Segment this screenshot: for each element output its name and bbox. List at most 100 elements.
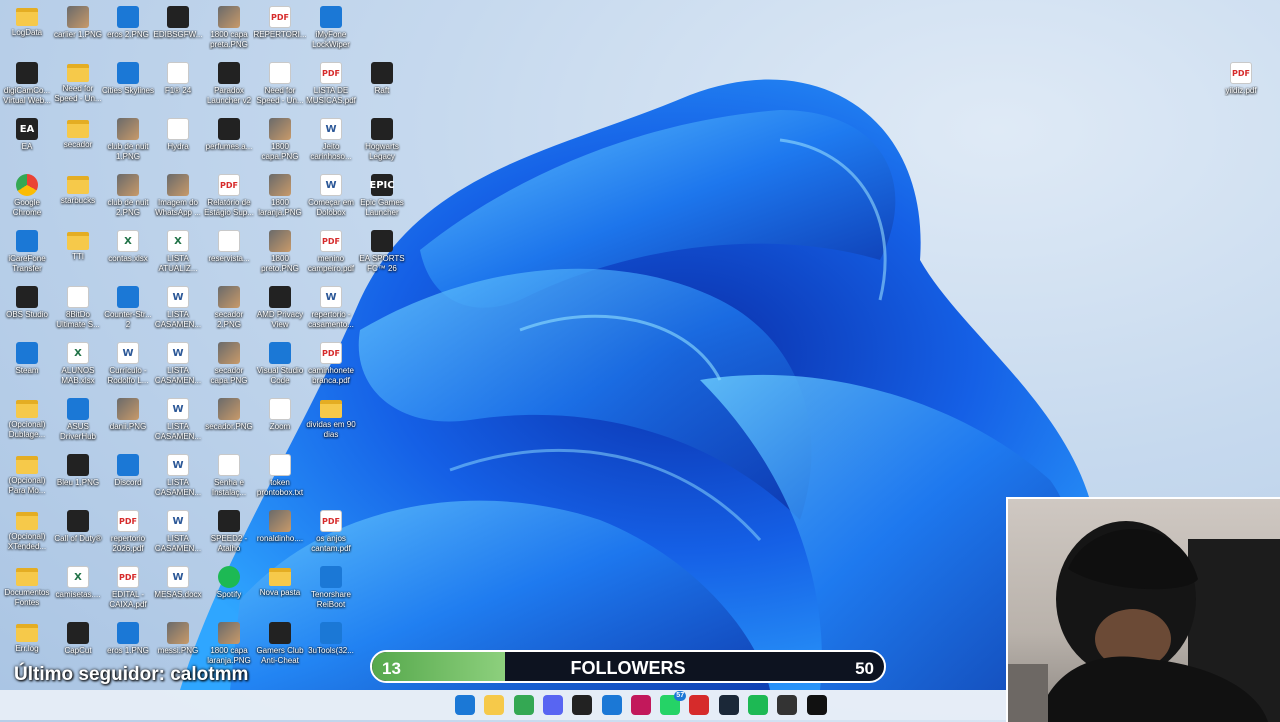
desktop-icon[interactable]: Raft xyxy=(355,58,409,114)
desktop-icon[interactable]: carlier 1.PNG xyxy=(51,2,105,58)
desktop-icon[interactable]: W LISTA CASAMEN... xyxy=(151,282,205,338)
desktop-icon[interactable]: club de nuit 2.PNG xyxy=(101,170,155,226)
desktop-icon[interactable]: PDF yildiz.pdf xyxy=(1214,58,1268,114)
desktop-icon[interactable]: X ALUNOS MAB.xlsx xyxy=(51,338,105,394)
desktop-icon-label: Hydra xyxy=(167,142,189,151)
desktop-icon[interactable]: EA EA xyxy=(0,114,54,170)
desktop-icon[interactable]: iMyFone LockWiper xyxy=(304,2,358,58)
desktop-icon[interactable]: Discord xyxy=(101,450,155,506)
desktop-icon[interactable]: Bleu 1.PNG xyxy=(51,450,105,506)
desktop-icon[interactable]: W Começar em Dolobox xyxy=(304,170,358,226)
desktop-icon[interactable]: secador 2.PNG xyxy=(202,282,256,338)
desktop-icon-label: LISTA CASAMEN... xyxy=(154,478,202,497)
desktop-icon[interactable]: Zoom xyxy=(253,394,307,450)
desktop-icon[interactable]: digiCamCo... Virtual Web... xyxy=(0,58,54,114)
desktop-icon[interactable]: Steam xyxy=(0,338,54,394)
desktop-icon[interactable]: dividas em 90 dias xyxy=(304,394,358,450)
taskbar-spotify-icon[interactable] xyxy=(748,695,768,715)
desktop-icon[interactable]: (Opcional) XTended... xyxy=(0,506,54,562)
desktop-icon[interactable]: SPEED2 - Atalho xyxy=(202,506,256,562)
taskbar-discord-icon[interactable] xyxy=(542,695,563,715)
desktop-icon[interactable]: 1800 laranja.PNG xyxy=(253,170,307,226)
desktop-icon[interactable]: X LISTA ATUALIZ... xyxy=(151,226,205,282)
desktop-icon[interactable]: 1800 capa preta.PNG xyxy=(202,2,256,58)
desktop-icon[interactable]: token prontobox.txt xyxy=(253,450,307,506)
desktop-icon[interactable]: Google Chrome xyxy=(0,170,54,226)
desktop-icon[interactable]: OBS Studio xyxy=(0,282,54,338)
desktop-icon[interactable]: (Opcional) Para Mo... xyxy=(0,450,54,506)
desktop-icon[interactable]: starbucks xyxy=(51,170,105,226)
desktop-icon[interactable]: 3uTools(32... xyxy=(304,618,358,674)
desktop-icon[interactable]: Senha e Instalaç... xyxy=(202,450,256,506)
desktop-icon[interactable]: eros 2.PNG xyxy=(101,2,155,58)
desktop-icon[interactable]: PDF LISTA DE MUSICAS.pdf xyxy=(304,58,358,114)
desktop-icon[interactable]: Need for Speed - Un... xyxy=(253,58,307,114)
desktop-icon[interactable]: W LISTA CASAMEN... xyxy=(151,394,205,450)
desktop-icon[interactable]: secador.PNG xyxy=(202,394,256,450)
desktop-icon[interactable]: danii.PNG xyxy=(101,394,155,450)
txt-icon xyxy=(218,230,240,252)
desktop-icon[interactable]: PDF caminhonete branca.pdf xyxy=(304,338,358,394)
desktop-icon[interactable]: club de nuit 1.PNG xyxy=(101,114,155,170)
desktop-icon[interactable]: 1800 capa.PNG xyxy=(253,114,307,170)
desktop-icon[interactable]: W LISTA CASAMEN... xyxy=(151,338,205,394)
desktop-icon[interactable]: perfumes.a... xyxy=(202,114,256,170)
desktop-icon[interactable]: PDF os anjos cantam.pdf xyxy=(304,506,358,562)
desktop-icon[interactable]: Cities Skylines xyxy=(101,58,155,114)
desktop-icon[interactable]: 8BitDo Ultimate S... xyxy=(51,282,105,338)
desktop-icon[interactable]: PDF menino campeiro.pdf xyxy=(304,226,358,282)
desktop-icon[interactable]: W LISTA CASAMEN... xyxy=(151,450,205,506)
taskbar-amd-icon[interactable] xyxy=(689,695,710,715)
desktop-icon[interactable]: PDF repertorio 2026.pdf xyxy=(101,506,155,562)
desktop-icon[interactable]: W MESAS.docx xyxy=(151,562,205,618)
desktop-icon[interactable]: EDIBSGFW... xyxy=(151,2,205,58)
desktop-icon[interactable]: Documentos Fontes xyxy=(0,562,54,618)
desktop-icon[interactable]: EA SPORTS FC™ 26 xyxy=(355,226,409,282)
desktop-icon[interactable]: secador xyxy=(51,114,105,170)
desktop-icon[interactable]: Hydra xyxy=(151,114,205,170)
desktop-icon[interactable]: LogData xyxy=(0,2,54,58)
desktop-icon[interactable]: Spotify xyxy=(202,562,256,618)
desktop-icon[interactable]: Counter-Str... 2 xyxy=(101,282,155,338)
desktop-icon[interactable]: (Opcional) Dublage... xyxy=(0,394,54,450)
desktop-icon[interactable]: Nova pasta xyxy=(253,562,307,618)
desktop-icon-label: SPEED2 - Atalho xyxy=(210,534,248,553)
desktop-icon[interactable]: W Currículo - Rodolfo L... xyxy=(101,338,155,394)
desktop-icon[interactable]: Hogwarts Legacy xyxy=(355,114,409,170)
desktop-icon[interactable]: TTI xyxy=(51,226,105,282)
desktop-icon[interactable]: PDF Relatório de Estágio Sup... xyxy=(202,170,256,226)
desktop-icon[interactable]: Tenorshare ReiBoot xyxy=(304,562,358,618)
desktop-icon[interactable]: Wrepertorio - casamento... xyxy=(304,282,358,338)
desktop-icon[interactable]: reservista... xyxy=(202,226,256,282)
desktop-icon[interactable]: iCareFone Transfer xyxy=(0,226,54,282)
taskbar-call-of-duty-icon[interactable] xyxy=(572,695,593,715)
taskbar-steam-icon[interactable] xyxy=(718,695,739,715)
desktop-icon[interactable]: Visual Studio Code xyxy=(253,338,307,394)
desktop-icon[interactable]: Xcontas.xlsx xyxy=(101,226,155,282)
taskbar-chrome-icon[interactable] xyxy=(513,695,534,715)
desktop-icon[interactable]: Need for Speed - Un... xyxy=(51,58,105,114)
desktop-icon[interactable]: F1® 24 xyxy=(151,58,205,114)
desktop-icon[interactable]: PDF EDITAL - CAIXA.pdf xyxy=(101,562,155,618)
taskbar-start-icon[interactable] xyxy=(455,695,475,715)
desktop-icon[interactable]: W LISTA CASAMEN... xyxy=(151,506,205,562)
taskbar-whatsapp-icon[interactable]: 57 xyxy=(660,691,687,715)
taskbar-snipping-icon[interactable] xyxy=(630,695,651,715)
taskbar-counter-strike-icon[interactable] xyxy=(601,695,622,715)
desktop-icon[interactable]: W Jeito carinhoso... xyxy=(304,114,358,170)
desktop-icon[interactable]: 1800 preto.PNG xyxy=(253,226,307,282)
taskbar-obs-icon[interactable] xyxy=(777,695,798,715)
desktop-icon[interactable]: ronaldinho.... xyxy=(253,506,307,562)
desktop-icon[interactable]: secador capa.PNG xyxy=(202,338,256,394)
desktop-icon[interactable]: Imagem do WhatsApp ... xyxy=(151,170,205,226)
desktop-icon[interactable]: Xcamisetas.... xyxy=(51,562,105,618)
desktop-icon[interactable]: PDF REPERTORI... xyxy=(253,2,307,58)
desktop-icon[interactable]: Gamers Club Anti-Cheat xyxy=(253,618,307,674)
taskbar-ea-fc-icon[interactable] xyxy=(806,695,827,715)
desktop-icon[interactable]: EPIC Epic Games Launcher xyxy=(355,170,409,226)
desktop-icon[interactable]: ASUS DriverHub xyxy=(51,394,105,450)
desktop-icon[interactable]: Call of Duty® xyxy=(51,506,105,562)
desktop-icon[interactable]: AMD Privacy View xyxy=(253,282,307,338)
taskbar-file-explorer-icon[interactable] xyxy=(484,695,505,715)
desktop-icon[interactable]: Paradox Launcher v2 xyxy=(202,58,256,114)
